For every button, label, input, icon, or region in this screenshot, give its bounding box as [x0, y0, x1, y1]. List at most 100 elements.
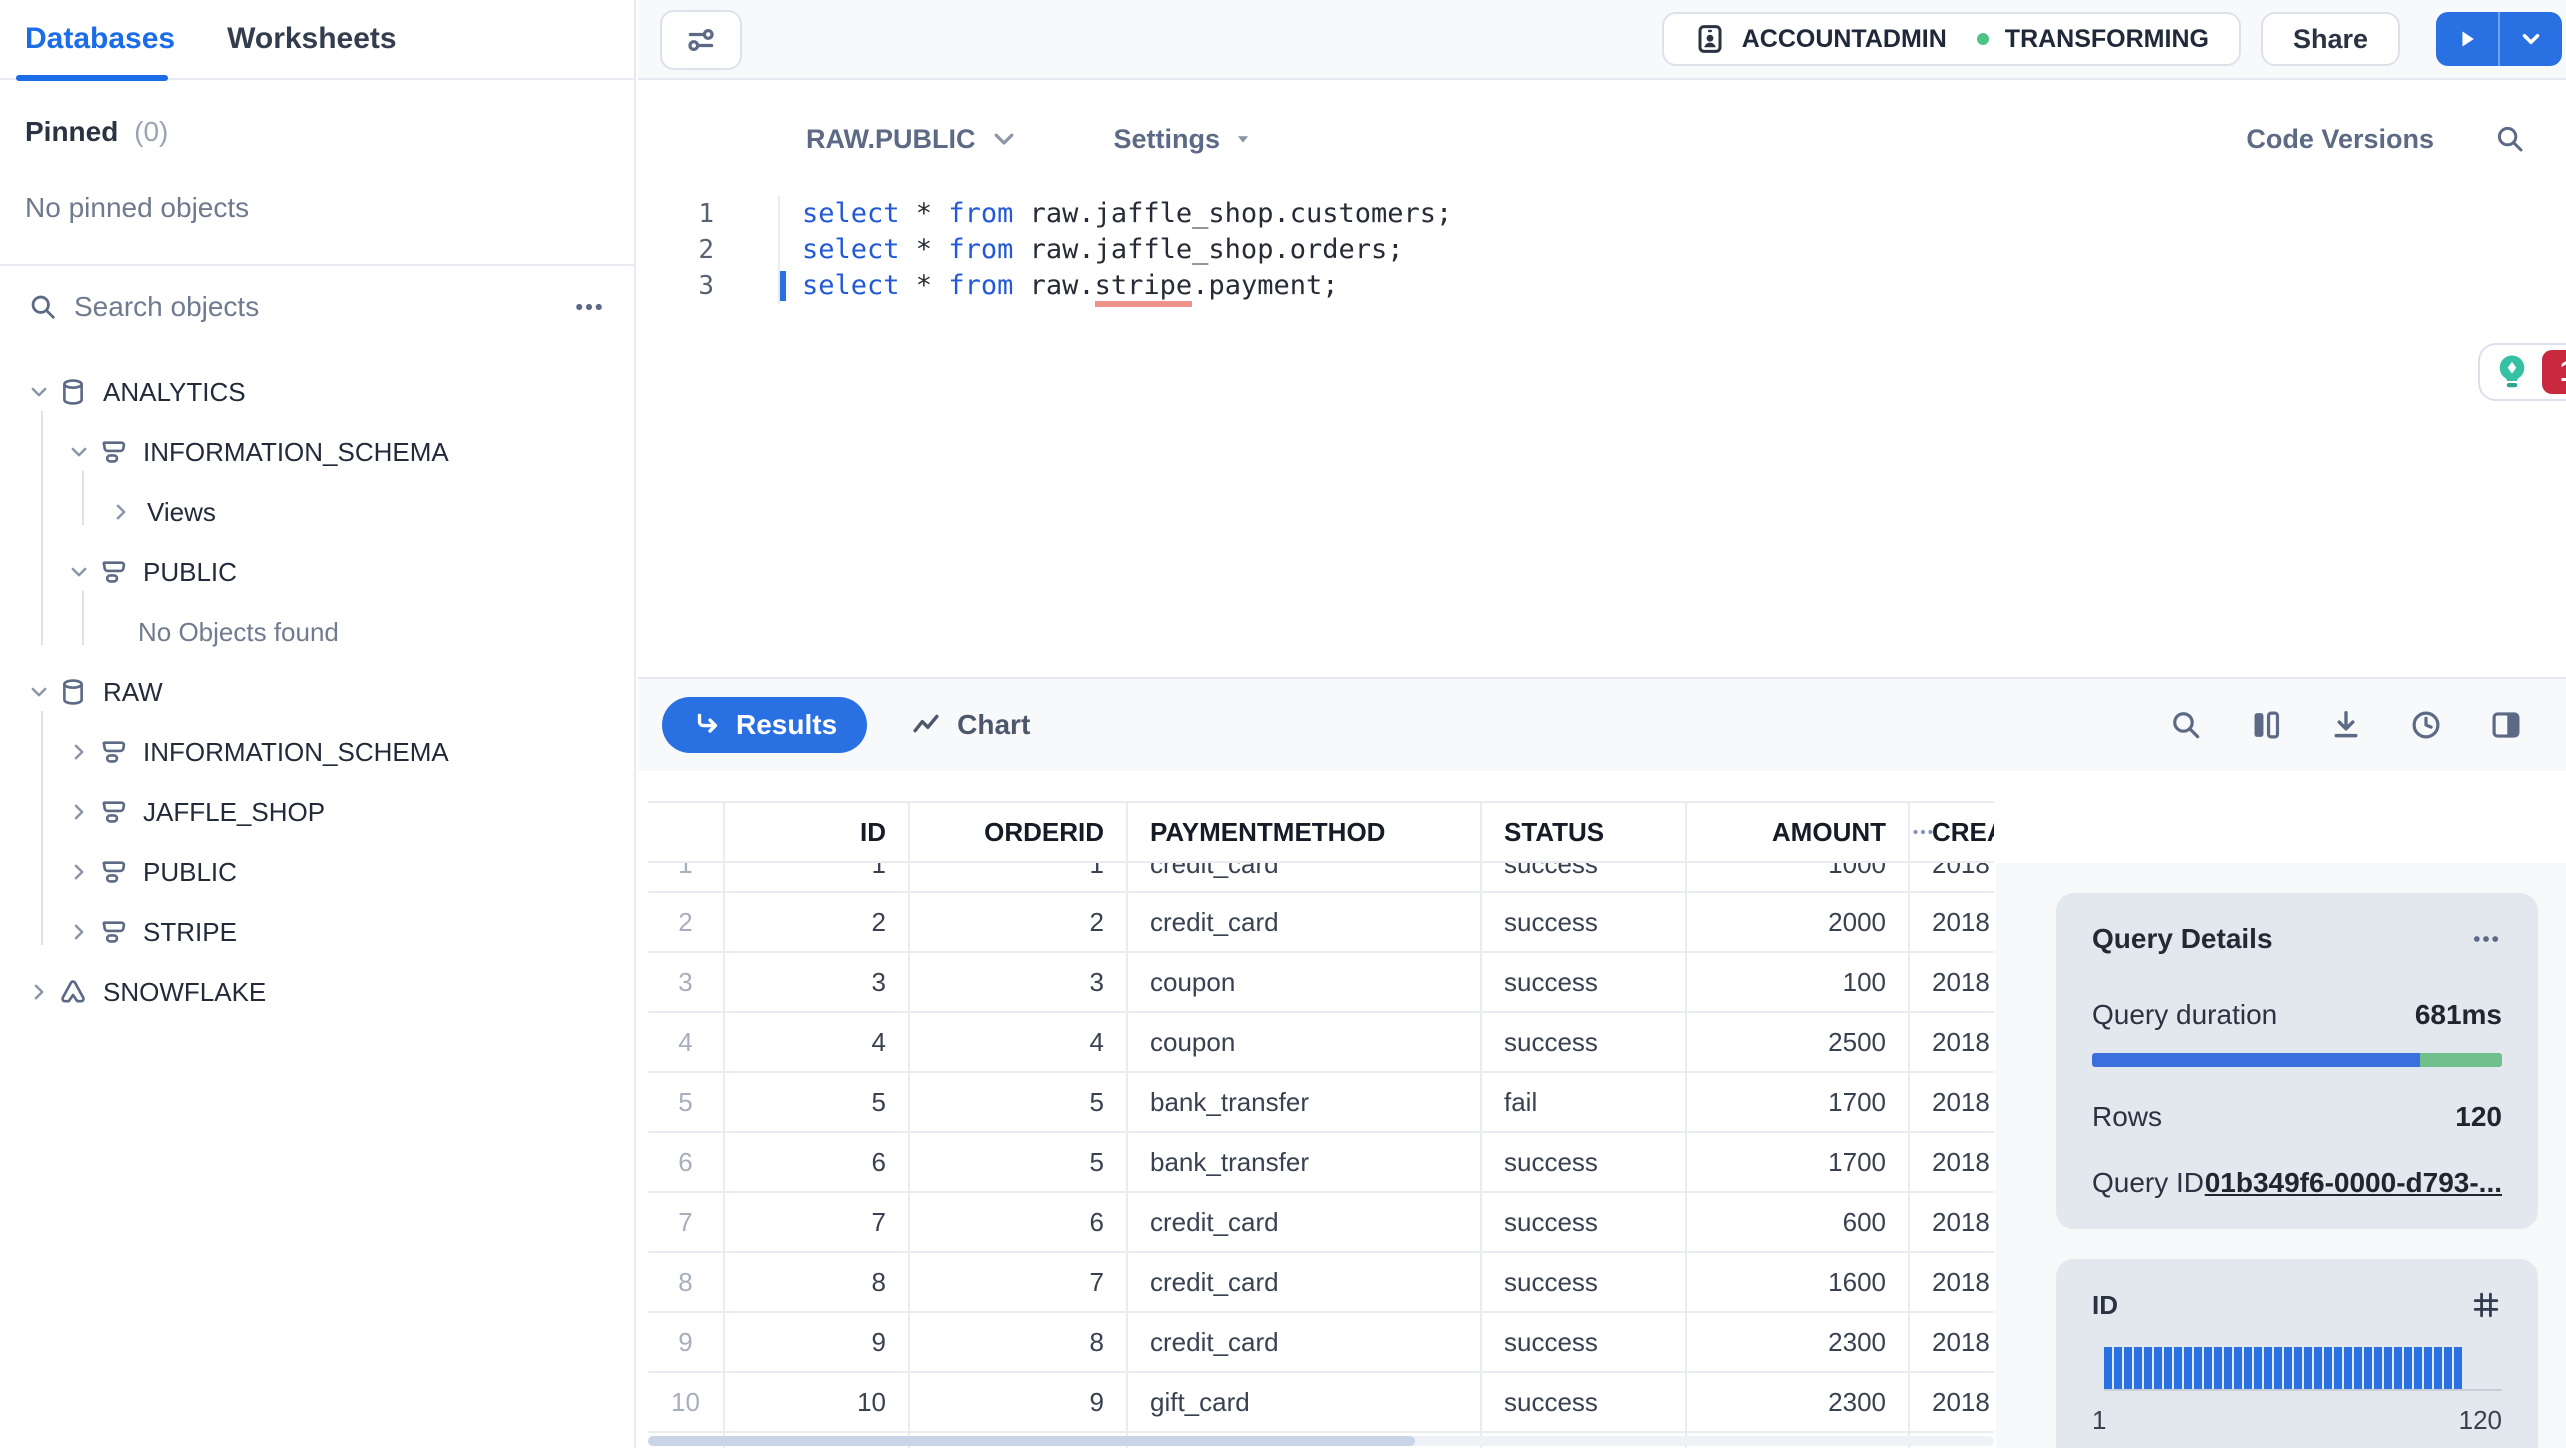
columns-icon[interactable]	[2248, 707, 2284, 743]
histogram-bar	[2304, 1347, 2312, 1389]
cell: fail	[1482, 1073, 1687, 1131]
table-row[interactable]: 7 7 6 credit_card success 600 2018	[648, 1193, 1994, 1253]
code-line-2[interactable]: 2 select * from raw.jaffle_shop.orders;	[638, 232, 2566, 268]
sql-editor: RAW.PUBLIC Settings Code Versions 1 selec…	[638, 80, 2566, 675]
table-row[interactable]: 10 10 9 gift_card success 2300 2018	[648, 1373, 1994, 1433]
chevron-right-icon[interactable]	[68, 801, 90, 823]
query-id-link[interactable]: 01b349f6-0000-d793-...	[2204, 1167, 2502, 1199]
history-clock-icon[interactable]	[2408, 707, 2444, 743]
query-details-title: Query Details	[2092, 923, 2273, 954]
warehouse-label: TRANSFORMING	[2004, 24, 2209, 53]
editor-toolbar: RAW.PUBLIC Settings Code Versions	[638, 80, 2566, 180]
cell: coupon	[1128, 953, 1482, 1011]
cell: 3	[725, 953, 910, 1011]
chevron-down-icon[interactable]	[68, 441, 90, 463]
numeric-column-icon	[2470, 1289, 2502, 1321]
database-context-selector[interactable]: RAW.PUBLIC	[806, 124, 1018, 155]
tree-item-label: INFORMATION_SCHEMA	[143, 436, 449, 467]
tab-results[interactable]: Results	[662, 697, 868, 753]
chevron-down-icon[interactable]	[28, 681, 50, 703]
tab-worksheets[interactable]: Worksheets	[227, 22, 397, 56]
tree-item-views[interactable]: Views	[0, 482, 634, 542]
chevron-right-icon[interactable]	[68, 741, 90, 763]
cell: 4	[910, 1013, 1128, 1071]
code-line-1[interactable]: 1 select * from raw.jaffle_shop.customers…	[638, 196, 2566, 232]
run-options-button[interactable]	[2500, 12, 2562, 66]
copilot-suggestion-button[interactable]: 1	[2478, 343, 2566, 401]
duration-label: Query duration	[2092, 999, 2278, 1030]
tree-item-public[interactable]: PUBLIC	[0, 842, 634, 902]
cell: 2	[648, 893, 725, 951]
pinned-count: (0)	[134, 116, 169, 147]
histogram-bar	[2434, 1347, 2442, 1389]
cell: 1	[648, 863, 725, 891]
editor-search-icon[interactable]	[2494, 123, 2526, 155]
tree-item-analytics[interactable]: ANALYTICS	[0, 362, 634, 422]
context-role-warehouse-button[interactable]: ACCOUNTADMIN TRANSFORMING	[1661, 12, 2241, 66]
chevron-down-icon[interactable]	[68, 561, 90, 583]
download-icon[interactable]	[2328, 707, 2364, 743]
tree-item-public[interactable]: PUBLIC	[0, 542, 634, 602]
filters-button[interactable]	[660, 10, 742, 70]
cell: 1700	[1687, 1133, 1910, 1191]
tab-databases[interactable]: Databases	[25, 22, 175, 56]
chevron-down-icon[interactable]	[28, 381, 50, 403]
cell: 1600	[1687, 1253, 1910, 1311]
histogram-max-label: 120	[2458, 1405, 2502, 1435]
share-button[interactable]: Share	[2260, 12, 2400, 66]
table-row[interactable]: 9 9 8 credit_card success 2300 2018	[648, 1313, 1994, 1373]
run-button-group	[2436, 12, 2562, 66]
table-row[interactable]: 4 4 4 coupon success 2500 2018	[648, 1013, 1994, 1073]
code-line-3[interactable]: 3 select * from raw.stripe.payment;	[638, 268, 2566, 307]
chart-tab-label: Chart	[957, 709, 1031, 740]
database-icon	[58, 677, 88, 707]
scrollbar-thumb[interactable]	[648, 1436, 1416, 1446]
horizontal-scrollbar	[648, 1436, 1994, 1446]
cell: credit_card	[1128, 893, 1482, 951]
tree-item-label: PUBLIC	[143, 856, 237, 887]
tree-item-snowflake[interactable]: SNOWFLAKE	[0, 962, 634, 1022]
code-versions-link[interactable]: Code Versions	[2246, 124, 2434, 155]
column-overflow-dots[interactable]	[1910, 803, 1936, 861]
histogram-bar	[2364, 1347, 2372, 1389]
histogram-bar	[2374, 1347, 2382, 1389]
cell: 2018	[1932, 863, 1990, 879]
histogram-bar	[2114, 1347, 2122, 1389]
split-panel-icon[interactable]	[2488, 707, 2524, 743]
table-row[interactable]: 5 5 5 bank_transfer fail 1700 2018	[648, 1073, 1994, 1133]
search-objects-input[interactable]: Search objects	[74, 291, 572, 323]
tree-item-information-schema[interactable]: INFORMATION_SCHEMA	[0, 722, 634, 782]
line-number: 2	[698, 235, 714, 265]
cell: 2018	[1932, 1207, 1990, 1237]
chevron-right-icon[interactable]	[110, 501, 132, 523]
tree-item-raw[interactable]: RAW	[0, 662, 634, 722]
table-row[interactable]: 8 8 7 credit_card success 1600 2018	[648, 1253, 1994, 1313]
run-button[interactable]	[2436, 12, 2498, 66]
tab-chart[interactable]: Chart	[911, 709, 1030, 741]
cell: 6	[910, 1193, 1128, 1251]
tree-item-jaffle-shop[interactable]: JAFFLE_SHOP	[0, 782, 634, 842]
cell: credit_card	[1128, 863, 1482, 891]
histogram-bar	[2104, 1347, 2112, 1389]
tree-item-stripe[interactable]: STRIPE	[0, 902, 634, 962]
tree-item-information-schema[interactable]: INFORMATION_SCHEMA	[0, 422, 634, 482]
code-area[interactable]: 1 select * from raw.jaffle_shop.customers…	[638, 180, 2566, 307]
cell: bank_transfer	[1128, 1073, 1482, 1131]
settings-dropdown[interactable]: Settings	[1114, 124, 1255, 155]
chevron-right-icon[interactable]	[28, 981, 50, 1003]
more-options-icon[interactable]	[572, 290, 606, 324]
table-header-row[interactable]: IDORDERIDPAYMENTMETHODSTATUSAMOUNTCREATE…	[648, 801, 1994, 863]
main-panel: ACCOUNTADMIN TRANSFORMING Share RAW.PUBL…	[638, 0, 2566, 1448]
chevron-right-icon[interactable]	[68, 861, 90, 883]
card-more-options-icon[interactable]	[2470, 923, 2502, 955]
tree-item-no-objects-found: No Objects found	[0, 602, 634, 662]
chevron-right-icon[interactable]	[68, 921, 90, 943]
table-row[interactable]: 6 6 5 bank_transfer success 1700 2018	[648, 1133, 1994, 1193]
table-row[interactable]: 2 2 2 credit_card success 2000 2018	[648, 893, 1994, 953]
cell: success	[1482, 863, 1687, 891]
results-section: Results Chart ID ORDERID PAYMENTMETHOD STAT…	[638, 677, 2566, 1448]
table-row[interactable]: 3 3 3 coupon success 100 2018	[648, 953, 1994, 1013]
table-row-partial[interactable]: 1 1 1 credit_card success 1000 2018	[648, 863, 1994, 893]
search-results-icon[interactable]	[2168, 707, 2204, 743]
sidebar: Databases Worksheets Pinned (0) No pinne…	[0, 0, 636, 1448]
